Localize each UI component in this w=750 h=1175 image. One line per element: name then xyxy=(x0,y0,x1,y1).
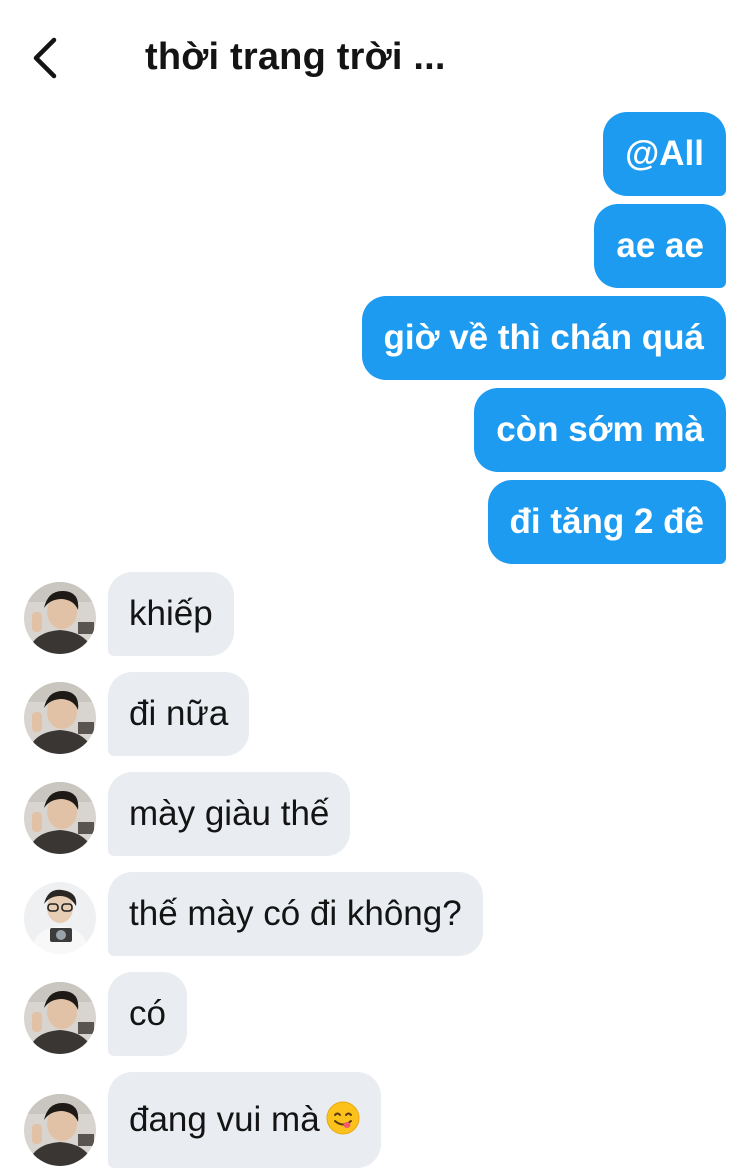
user-photo-icon xyxy=(24,682,96,754)
avatar[interactable] xyxy=(24,682,96,754)
avatar[interactable] xyxy=(24,982,96,1054)
user-photo-icon xyxy=(24,582,96,654)
outgoing-message[interactable]: đi tăng 2 đê xyxy=(487,480,726,564)
user-photo-icon xyxy=(24,782,96,854)
incoming-message[interactable]: mày giàu thế xyxy=(108,772,351,856)
avatar[interactable] xyxy=(24,1094,96,1166)
outgoing-message[interactable]: @All xyxy=(603,112,726,196)
message-text: đang vui mà xyxy=(129,1100,320,1139)
avatar[interactable] xyxy=(24,582,96,654)
avatar[interactable] xyxy=(24,882,96,954)
outgoing-message[interactable]: giờ về thì chán quá xyxy=(361,296,726,380)
savoring-food-emoji-icon xyxy=(326,1101,360,1135)
chat-title[interactable]: thời trang trời ... xyxy=(145,36,446,79)
chevron-left-icon xyxy=(33,37,57,79)
back-button[interactable] xyxy=(22,30,72,86)
incoming-message[interactable]: đi nữa xyxy=(108,672,250,756)
incoming-message[interactable]: thế mày có đi không? xyxy=(108,872,483,956)
user-photo-icon xyxy=(24,882,96,954)
user-photo-icon xyxy=(24,982,96,1054)
outgoing-message[interactable]: ae ae xyxy=(594,204,726,288)
chat-header: thời trang trời ... xyxy=(0,0,750,110)
incoming-message[interactable]: có xyxy=(108,972,187,1056)
user-photo-icon xyxy=(24,1094,96,1166)
avatar[interactable] xyxy=(24,782,96,854)
outgoing-message[interactable]: còn sớm mà xyxy=(474,388,726,472)
incoming-message[interactable]: đang vui mà xyxy=(108,1072,381,1168)
incoming-message[interactable]: khiếp xyxy=(108,572,234,656)
